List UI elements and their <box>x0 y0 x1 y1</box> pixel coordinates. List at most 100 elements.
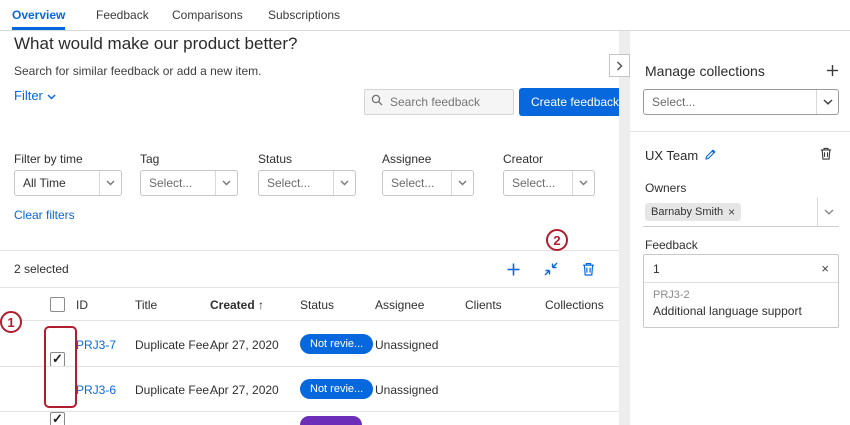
remove-feedback-icon[interactable]: × <box>821 261 829 276</box>
pencil-icon <box>704 148 717 161</box>
manage-collections-panel: Manage collections Select... UX Team Own… <box>630 31 850 425</box>
owners-label: Owners <box>645 181 686 195</box>
edit-collection-button[interactable] <box>700 144 720 164</box>
merge-collapse-button[interactable] <box>541 259 561 279</box>
tab-subscriptions[interactable]: Subscriptions <box>268 0 340 30</box>
chevron-down-icon <box>215 171 237 195</box>
row-checkbox[interactable] <box>50 352 65 367</box>
col-header-assignee[interactable]: Assignee <box>375 298 424 312</box>
search-feedback-box[interactable] <box>364 89 514 115</box>
tab-overview[interactable]: Overview <box>12 0 65 30</box>
plus-icon <box>506 262 521 277</box>
owner-tag-label: Barnaby Smith <box>651 206 723 218</box>
collection-select[interactable]: Select... <box>643 89 839 115</box>
panel-gutter <box>619 31 630 425</box>
filter-select-time-value: All Time <box>15 176 99 190</box>
search-input[interactable] <box>388 94 508 110</box>
chevron-down-icon <box>572 171 594 195</box>
chevron-down-icon <box>451 171 473 195</box>
sidebar-title: Manage collections <box>645 63 765 79</box>
trash-icon <box>819 146 833 161</box>
tab-bar: Overview Feedback Comparisons Subscripti… <box>0 0 850 31</box>
create-feedback-button[interactable]: Create feedback <box>519 88 631 116</box>
feedback-label: Feedback <box>645 238 698 252</box>
delete-collection-button[interactable] <box>816 143 836 163</box>
filter-select-creator-value: Select... <box>504 176 572 190</box>
add-collection-button[interactable] <box>822 60 842 80</box>
tab-feedback[interactable]: Feedback <box>96 0 149 30</box>
selected-count: 2 selected <box>14 262 69 276</box>
filter-toggle[interactable]: Filter <box>14 88 56 103</box>
chevron-down-icon <box>333 171 355 195</box>
collection-select-value: Select... <box>644 95 816 109</box>
plus-icon <box>826 64 839 77</box>
filter-select-time[interactable]: All Time <box>14 170 122 196</box>
filter-label-assignee: Assignee <box>382 152 431 166</box>
row-title: Duplicate Fee... <box>135 383 219 397</box>
filter-select-status-value: Select... <box>259 176 333 190</box>
divider <box>0 366 620 367</box>
filter-label-tag: Tag <box>140 152 159 166</box>
filter-select-status[interactable]: Select... <box>258 170 356 196</box>
divider <box>0 320 620 321</box>
collapse-arrows-icon <box>543 261 559 277</box>
col-header-id[interactable]: ID <box>76 298 88 312</box>
clear-filters-link[interactable]: Clear filters <box>14 208 75 222</box>
remove-owner-icon[interactable]: × <box>728 205 735 219</box>
row-created: Apr 27, 2020 <box>210 383 279 397</box>
chevron-down-icon <box>816 90 838 114</box>
select-all-checkbox[interactable] <box>50 297 65 312</box>
feedback-item-id: PRJ3-2 <box>653 289 829 301</box>
collapse-panel-button[interactable] <box>609 54 630 77</box>
col-header-collections[interactable]: Collections <box>545 298 604 312</box>
filter-select-assignee[interactable]: Select... <box>382 170 474 196</box>
feedback-item-title[interactable]: Additional language support <box>653 304 829 318</box>
feedback-count: 1 <box>653 262 660 276</box>
divider <box>630 131 850 132</box>
delete-button[interactable] <box>578 259 598 279</box>
status-badge: Not revie... <box>300 334 373 354</box>
filter-label-time: Filter by time <box>14 152 83 166</box>
filter-select-tag-value: Select... <box>141 176 215 190</box>
sort-asc-icon: ↑ <box>258 298 264 312</box>
page-subtitle: Search for similar feedback or add a new… <box>14 64 261 78</box>
row-id-link[interactable]: PRJ3-6 <box>76 383 116 397</box>
filter-label-creator: Creator <box>503 152 543 166</box>
divider <box>0 411 620 412</box>
col-header-created[interactable]: Created ↑ <box>210 298 264 312</box>
owner-tag: Barnaby Smith × <box>645 203 741 221</box>
col-header-title[interactable]: Title <box>135 298 157 312</box>
trash-icon <box>581 261 596 277</box>
row-assignee: Unassigned <box>375 383 438 397</box>
row-assignee: Unassigned <box>375 338 438 352</box>
chevron-down-icon <box>47 88 56 103</box>
row-created: Apr 27, 2020 <box>210 338 279 352</box>
annotation-circle-1: 1 <box>0 311 22 333</box>
divider <box>0 287 620 288</box>
status-badge: Not revie... <box>300 379 373 399</box>
filter-toggle-label: Filter <box>14 88 43 103</box>
row-title: Duplicate Fee... <box>135 338 219 352</box>
page: Overview Feedback Comparisons Subscripti… <box>0 0 850 425</box>
filter-select-creator[interactable]: Select... <box>503 170 595 196</box>
divider <box>0 250 620 251</box>
chevron-right-icon <box>616 61 623 71</box>
owners-select[interactable]: Barnaby Smith × <box>643 197 839 227</box>
feedback-box: 1 × PRJ3-2 Additional language support <box>643 254 839 328</box>
filter-label-status: Status <box>258 152 292 166</box>
col-header-status[interactable]: Status <box>300 298 334 312</box>
row-checkbox[interactable] <box>50 412 65 425</box>
tab-comparisons[interactable]: Comparisons <box>172 0 243 30</box>
search-icon <box>371 93 383 111</box>
page-title: What would make our product better? <box>14 34 297 54</box>
filter-select-assignee-value: Select... <box>383 176 451 190</box>
collection-name: UX Team <box>645 148 698 163</box>
row-id-link[interactable]: PRJ3-7 <box>76 338 116 352</box>
col-header-clients[interactable]: Clients <box>465 298 502 312</box>
annotation-rect-checkboxes <box>44 326 77 408</box>
annotation-circle-2: 2 <box>546 229 568 251</box>
col-header-created-label: Created <box>210 298 255 312</box>
status-badge <box>300 416 362 425</box>
add-to-collection-button[interactable] <box>503 259 523 279</box>
filter-select-tag[interactable]: Select... <box>140 170 238 196</box>
